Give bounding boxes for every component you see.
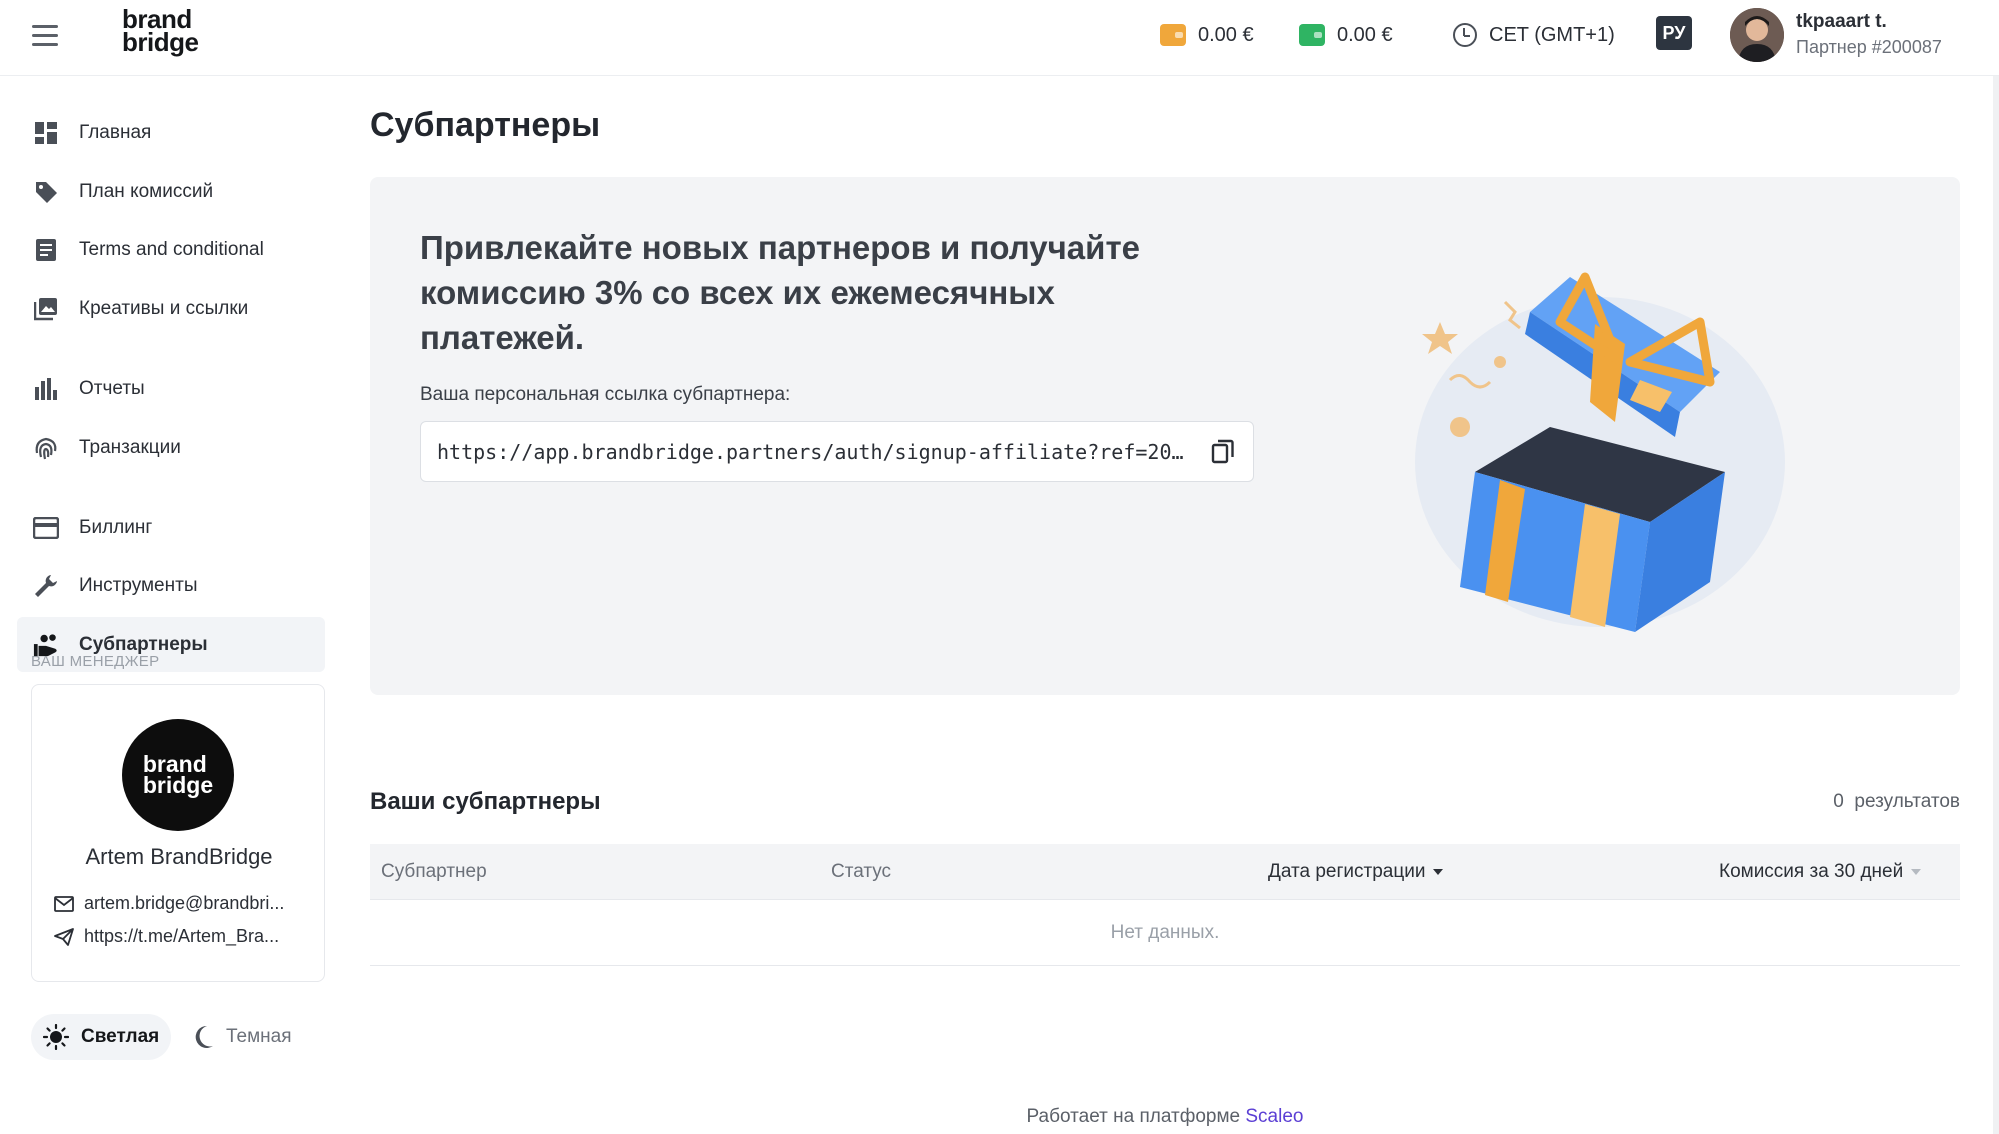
top-header: brand bridge 0.00 € 0.00 € CET (GMT+1) Р… <box>0 0 1999 76</box>
copy-icon[interactable] <box>1209 438 1237 466</box>
balance-pending[interactable]: 0.00 € <box>1160 0 1254 70</box>
wrench-icon <box>33 573 59 599</box>
sidebar-item-terms[interactable]: Terms and conditional <box>17 222 325 277</box>
referral-link-field[interactable]: https://app.brandbridge.partners/auth/si… <box>420 421 1254 482</box>
avatar[interactable] <box>1730 8 1784 62</box>
sidebar-item-transactions[interactable]: Транзакции <box>17 420 325 475</box>
subpartners-table-header: Субпартнер Статус Дата регистрации Комис… <box>370 844 1960 900</box>
document-icon <box>33 237 59 263</box>
manager-name: Artem BrandBridge <box>85 844 273 869</box>
footer: Работает на платформе Scaleo <box>1026 1106 1304 1127</box>
sidebar-item-reports[interactable]: Отчеты <box>17 361 325 416</box>
mail-icon <box>54 895 74 912</box>
referral-link-text[interactable]: https://app.brandbridge.partners/auth/si… <box>437 440 1187 464</box>
send-icon <box>54 927 74 946</box>
bar-chart-icon <box>33 376 59 402</box>
brand-logo[interactable]: brand bridge <box>122 6 199 55</box>
sidebar: Главная План комиссий Terms and conditio… <box>0 76 340 1134</box>
moon-icon <box>195 1025 213 1048</box>
wallet-icon <box>1160 24 1186 46</box>
hero-heading: Привлекайте новых партнеров и получайте … <box>420 229 1140 356</box>
table-empty-state: Нет данных. <box>370 900 1960 966</box>
manager-telegram[interactable]: https://t.me/Artem_Bra... <box>54 926 279 947</box>
sidebar-item-tools[interactable]: Инструменты <box>17 558 325 613</box>
column-commission-30-days[interactable]: Комиссия за 30 дней <box>1719 844 1922 900</box>
sort-desc-icon <box>1433 869 1444 875</box>
sidebar-item-commission-plan[interactable]: План комиссий <box>17 164 325 219</box>
dashboard-icon <box>33 120 59 146</box>
column-subpartner: Субпартнер <box>381 861 487 882</box>
sort-icon <box>1911 869 1922 875</box>
wallet-icon <box>1299 24 1325 46</box>
column-registration-date[interactable]: Дата регистрации <box>1268 844 1444 900</box>
page-title: Субпартнеры <box>370 106 601 144</box>
scrollbar[interactable] <box>1993 76 1999 1134</box>
theme-light-button[interactable]: Светлая <box>31 1014 171 1060</box>
sun-icon <box>43 1024 69 1050</box>
credit-card-icon <box>33 515 59 541</box>
results-count: 0 результатов <box>1833 791 1960 812</box>
clock-icon <box>1453 23 1477 47</box>
theme-dark-button[interactable]: Темная <box>192 1014 292 1060</box>
manager-card: brand bridge Artem BrandBridge artem.brid… <box>31 684 325 982</box>
manager-section-title: ВАШ МЕНЕДЖЕР <box>31 653 160 670</box>
scaleo-link[interactable]: Scaleo <box>1245 1106 1303 1127</box>
manager-email[interactable]: artem.bridge@brandbri... <box>54 893 284 914</box>
subpartners-section-title: Ваши субпартнеры <box>370 788 601 815</box>
sidebar-item-creatives[interactable]: Креативы и ссылки <box>17 281 325 336</box>
user-name[interactable]: tkpaaart t. <box>1796 11 1887 33</box>
fingerprint-icon <box>33 435 59 461</box>
referral-hero-card: Привлекайте новых партнеров и получайте … <box>370 177 1960 695</box>
partner-id: Партнер #200087 <box>1796 37 1942 57</box>
image-icon <box>33 296 59 322</box>
referral-link-label: Ваша персональная ссылка субпартнера: <box>420 384 791 405</box>
manager-logo: brand bridge <box>122 719 234 831</box>
column-status: Статус <box>831 861 892 882</box>
timezone-selector[interactable]: CET (GMT+1) <box>1453 0 1615 70</box>
sidebar-item-home[interactable]: Главная <box>17 105 325 160</box>
menu-icon[interactable] <box>32 20 62 50</box>
balance-available[interactable]: 0.00 € <box>1299 0 1393 70</box>
language-selector[interactable]: РУ <box>1656 16 1692 50</box>
tag-icon <box>33 179 59 205</box>
sidebar-item-billing[interactable]: Биллинг <box>17 500 325 555</box>
gift-illustration <box>1415 272 1785 632</box>
